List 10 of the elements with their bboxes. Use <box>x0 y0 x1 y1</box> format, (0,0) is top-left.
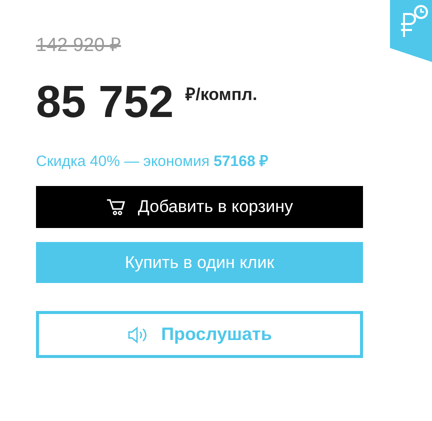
price: 85 752 <box>36 78 174 126</box>
listen-button[interactable]: Прослушать <box>36 311 363 358</box>
buy-one-click-button[interactable]: Купить в один клик <box>36 242 363 283</box>
discount-text: Скидка 40% — экономия 57168 ₽ <box>36 152 269 172</box>
ruble-clock-badge-icon <box>390 0 432 62</box>
price-unit: ₽/компл. <box>186 84 258 106</box>
add-to-cart-button[interactable]: Добавить в корзину <box>36 186 363 228</box>
speaker-icon <box>127 326 150 344</box>
old-price: 142 920 ₽ <box>36 34 121 58</box>
cart-icon <box>106 198 126 216</box>
